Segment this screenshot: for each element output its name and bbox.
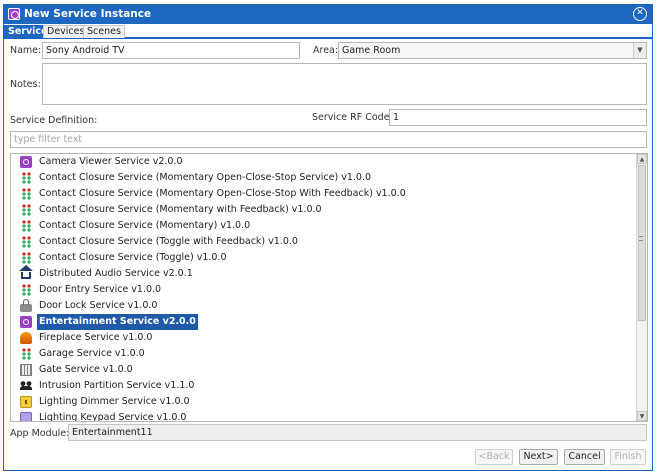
area-select-value: Game Room [342, 45, 401, 56]
list-item-label: Contact Closure Service (Toggle) v1.0.0 [39, 252, 227, 263]
app-module-field: Entertainment11 [68, 424, 647, 441]
list-item-label: Contact Closure Service (Momentary Open-… [39, 172, 372, 183]
lock-icon [20, 299, 32, 312]
list-item[interactable]: Lighting Dimmer Service v1.0.0 [11, 394, 635, 410]
list-item[interactable]: Camera Viewer Service v2.0.0 [11, 154, 635, 170]
fireplace-icon [20, 332, 32, 344]
scrollbar-grip-icon [639, 236, 643, 241]
dimmer-icon [20, 396, 32, 408]
contact-closure-icon [20, 252, 32, 264]
dialog-window: New Service Instance ✕ Service Devices S… [3, 4, 653, 471]
contact-closure-icon [20, 284, 32, 296]
list-item-label: Entertainment Service v2.0.0 [37, 314, 198, 330]
list-item-label: Distributed Audio Service v2.0.1 [39, 268, 193, 279]
list-item-label: Door Lock Service v1.0.0 [39, 300, 158, 311]
contact-closure-icon [20, 172, 32, 184]
tab-strip: Service Devices Scenes [4, 24, 652, 39]
list-item[interactable]: Door Entry Service v1.0.0 [11, 282, 635, 298]
tab-devices[interactable]: Devices [43, 25, 89, 38]
list-item-label: Contact Closure Service (Momentary with … [39, 204, 322, 215]
entertainment-icon [20, 156, 32, 168]
list-item[interactable]: Intrusion Partition Service v1.1.0 [11, 378, 635, 394]
contact-closure-icon [20, 236, 32, 248]
list-item[interactable]: Lighting Keypad Service v1.0.0 [11, 410, 635, 422]
chevron-down-icon[interactable]: ▼ [633, 43, 646, 58]
list-item[interactable]: Garage Service v1.0.0 [11, 346, 635, 362]
contact-closure-icon [20, 220, 32, 232]
close-icon[interactable]: ✕ [633, 7, 647, 21]
scrollbar-thumb[interactable] [638, 165, 646, 321]
gate-icon [20, 364, 32, 376]
list-item[interactable]: Contact Closure Service (Toggle) v1.0.0 [11, 250, 635, 266]
contact-closure-icon [20, 204, 32, 216]
next-button[interactable]: Next> [519, 449, 558, 465]
list-item-label: Contact Closure Service (Momentary Open-… [39, 188, 406, 199]
area-label: Area: [313, 45, 339, 56]
list-item[interactable]: Gate Service v1.0.0 [11, 362, 635, 378]
window-title: New Service Instance [24, 8, 152, 20]
keypad-icon [20, 412, 32, 421]
list-item-label: Fireplace Service v1.0.0 [39, 332, 153, 343]
contact-closure-icon [20, 188, 32, 200]
list-item[interactable]: Distributed Audio Service v2.0.1 [11, 265, 635, 282]
list-item-label: Garage Service v1.0.0 [39, 348, 145, 359]
rf-code-input[interactable]: 1 [389, 109, 647, 126]
list-item-label: Camera Viewer Service v2.0.0 [39, 156, 183, 167]
list-item[interactable]: Contact Closure Service (Momentary) v1.0… [11, 218, 635, 234]
name-label: Name: [10, 45, 42, 56]
notes-label: Notes: [10, 79, 41, 90]
name-input[interactable]: Sony Android TV [42, 42, 300, 59]
service-definition-label: Service Definition: [10, 115, 98, 126]
scroll-down-icon[interactable]: ▼ [637, 411, 647, 421]
house-icon [19, 265, 33, 279]
app-module-label: App Module: [10, 428, 70, 439]
list-item[interactable]: Door Lock Service v1.0.0 [11, 298, 635, 314]
tab-scenes[interactable]: Scenes [83, 25, 125, 38]
notes-textarea[interactable] [42, 63, 647, 105]
back-button[interactable]: <Back [475, 449, 513, 465]
finish-button[interactable]: Finish [610, 449, 646, 465]
list-item[interactable]: Contact Closure Service (Toggle with Fee… [11, 234, 635, 250]
list-item[interactable]: Contact Closure Service (Momentary Open-… [11, 170, 635, 186]
intrusion-icon [20, 380, 32, 392]
contact-closure-icon [20, 348, 32, 360]
filter-input[interactable]: type filter text [10, 131, 647, 148]
list-item-label: Contact Closure Service (Toggle with Fee… [39, 236, 298, 247]
cancel-button[interactable]: Cancel [564, 449, 605, 465]
list-item-label: Intrusion Partition Service v1.1.0 [39, 380, 195, 391]
list-item-label: Lighting Keypad Service v1.0.0 [39, 412, 187, 422]
list-item-label: Gate Service v1.0.0 [39, 364, 133, 375]
list-item-label: Door Entry Service v1.0.0 [39, 284, 162, 295]
list-scrollbar[interactable]: ▲ ▼ [636, 154, 647, 421]
entertainment-icon [20, 316, 32, 328]
scroll-up-icon[interactable]: ▲ [637, 154, 647, 164]
list-item[interactable]: Contact Closure Service (Momentary Open-… [11, 186, 635, 202]
list-item[interactable]: Contact Closure Service (Momentary with … [11, 202, 635, 218]
list-item-label: Lighting Dimmer Service v1.0.0 [39, 396, 190, 407]
area-select[interactable]: Game Room [338, 42, 647, 59]
list-item-label: Contact Closure Service (Momentary) v1.0… [39, 220, 251, 231]
rf-code-label: Service RF Code: [312, 112, 393, 123]
list-item[interactable]: Fireplace Service v1.0.0 [11, 330, 635, 346]
service-list[interactable]: Camera Viewer Service v2.0.0 Contact Clo… [10, 153, 648, 422]
app-icon [8, 8, 20, 20]
title-bar[interactable]: New Service Instance ✕ [4, 5, 652, 24]
list-item-selected[interactable]: Entertainment Service v2.0.0 [11, 314, 635, 330]
